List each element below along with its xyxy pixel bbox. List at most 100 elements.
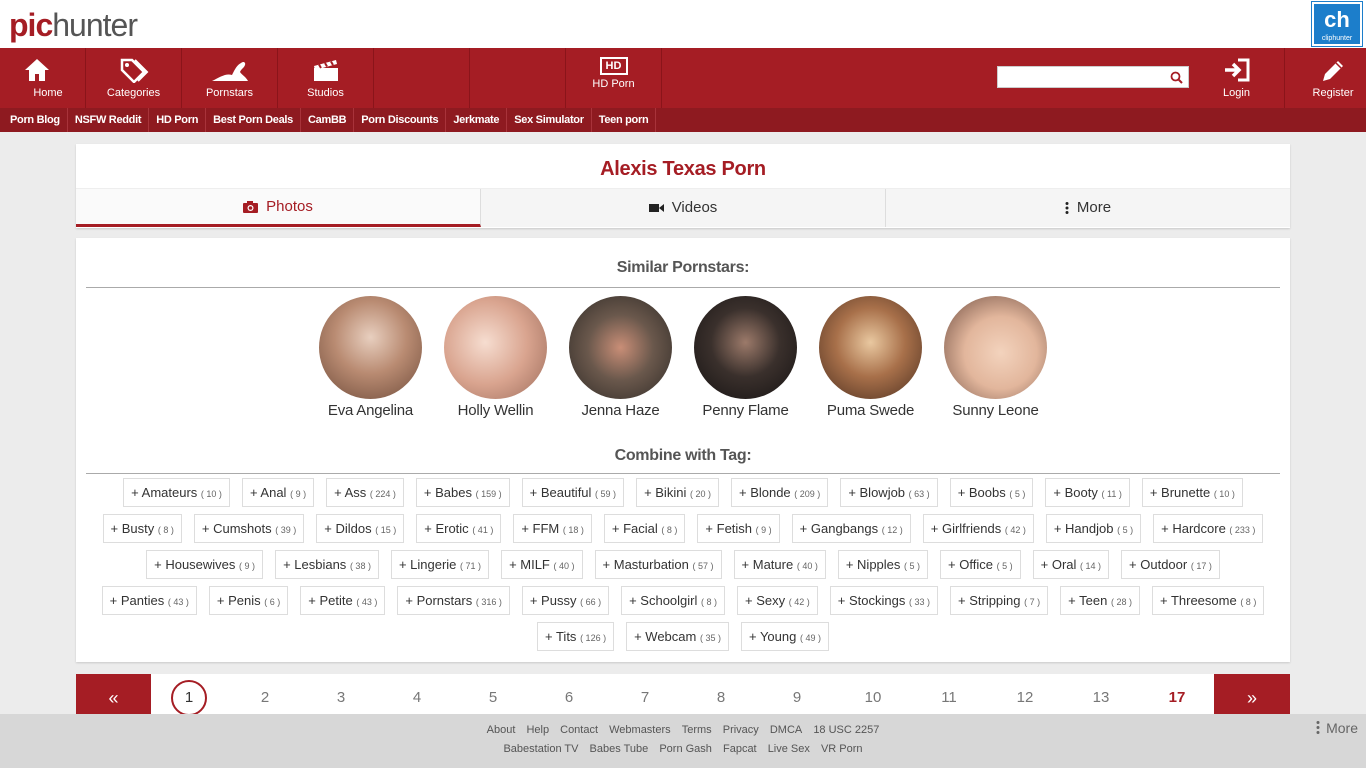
tag-button[interactable]: + Petite ( 43 ) — [300, 586, 386, 615]
pornstar-card[interactable]: Puma Swede — [808, 296, 933, 419]
pornstar-card[interactable]: Jenna Haze — [558, 296, 683, 419]
pornstar-avatar[interactable] — [819, 296, 922, 399]
nav-home[interactable]: Home — [0, 48, 86, 108]
footer-terms[interactable]: Terms — [682, 724, 712, 736]
pornstar-name[interactable]: Sunny Leone — [933, 402, 1058, 419]
footer-porn-gash[interactable]: Porn Gash — [659, 743, 712, 755]
tag-button[interactable]: + Lingerie ( 71 ) — [390, 550, 490, 579]
nav-studios[interactable]: Studios — [278, 48, 374, 108]
tag-button[interactable]: + Erotic ( 41 ) — [416, 514, 502, 543]
footer-live-sex[interactable]: Live Sex — [768, 743, 810, 755]
tag-button[interactable]: + Tits ( 126 ) — [537, 622, 615, 651]
tag-button[interactable]: + Nipples ( 5 ) — [837, 550, 929, 579]
tag-button[interactable]: + Brunette ( 10 ) — [1141, 478, 1243, 507]
page-link[interactable]: 10 — [853, 674, 893, 714]
search-icon[interactable] — [1170, 71, 1183, 84]
subnav-porn-discounts[interactable]: Porn Discounts — [354, 108, 447, 132]
tag-button[interactable]: + Pornstars ( 316 ) — [397, 586, 510, 615]
tag-button[interactable]: + Fetish ( 9 ) — [697, 514, 780, 543]
page-link[interactable]: 3 — [321, 674, 361, 714]
page-link[interactable]: 2 — [245, 674, 285, 714]
footer-dmca[interactable]: DMCA — [770, 724, 802, 736]
tag-button[interactable]: + Babes ( 159 ) — [415, 478, 510, 507]
pornstar-card[interactable]: Penny Flame — [683, 296, 808, 419]
search-box[interactable] — [997, 66, 1189, 88]
tag-button[interactable]: + Teen ( 28 ) — [1060, 586, 1140, 615]
cliphunter-badge[interactable]: ch cliphunter — [1311, 1, 1363, 47]
tag-button[interactable]: + Hardcore ( 233 ) — [1153, 514, 1264, 543]
nav-hd[interactable]: HD HD Porn — [566, 48, 662, 108]
tag-button[interactable]: + Girlfriends ( 42 ) — [922, 514, 1034, 543]
tag-button[interactable]: + Facial ( 8 ) — [603, 514, 686, 543]
tag-button[interactable]: + FFM ( 18 ) — [513, 514, 592, 543]
tag-button[interactable]: + Booty ( 11 ) — [1045, 478, 1130, 507]
tag-button[interactable]: + Cumshots ( 39 ) — [193, 514, 305, 543]
pornstar-name[interactable]: Puma Swede — [808, 402, 933, 419]
tag-button[interactable]: + Stripping ( 7 ) — [950, 586, 1049, 615]
pornstar-avatar[interactable] — [944, 296, 1047, 399]
tag-button[interactable]: + Threesome ( 8 ) — [1151, 586, 1265, 615]
subnav-cambb[interactable]: CamBB — [301, 108, 355, 132]
pornstar-avatar[interactable] — [569, 296, 672, 399]
prev-page-button[interactable]: « — [76, 674, 151, 714]
nav-login[interactable]: Login — [1189, 48, 1285, 108]
page-last[interactable]: 17 — [1157, 674, 1197, 714]
tag-button[interactable]: + Schoolgirl ( 8 ) — [621, 586, 726, 615]
page-link[interactable]: 12 — [1005, 674, 1045, 714]
footer-babestation[interactable]: Babestation TV — [503, 743, 578, 755]
pornstar-card[interactable]: Eva Angelina — [308, 296, 433, 419]
tag-button[interactable]: + Masturbation ( 57 ) — [594, 550, 722, 579]
tab-more[interactable]: More — [886, 189, 1290, 227]
search-input[interactable] — [998, 67, 1166, 87]
footer-contact[interactable]: Contact — [560, 724, 598, 736]
footer-fapcat[interactable]: Fapcat — [723, 743, 757, 755]
footer-more-button[interactable]: More — [1316, 720, 1358, 736]
nav-categories[interactable]: Categories — [86, 48, 182, 108]
subnav-hd-porn[interactable]: HD Porn — [149, 108, 207, 132]
pornstar-card[interactable]: Holly Wellin — [433, 296, 558, 419]
subnav-nsfw-reddit[interactable]: NSFW Reddit — [68, 108, 150, 132]
footer-help[interactable]: Help — [526, 724, 549, 736]
footer-babes-tube[interactable]: Babes Tube — [590, 743, 649, 755]
page-link[interactable]: 13 — [1081, 674, 1121, 714]
pornstar-card[interactable]: Sunny Leone — [933, 296, 1058, 419]
tag-button[interactable]: + Mature ( 40 ) — [733, 550, 826, 579]
tag-button[interactable]: + Sexy ( 42 ) — [737, 586, 818, 615]
next-page-button[interactable]: » — [1214, 674, 1290, 714]
tag-button[interactable]: + Webcam ( 35 ) — [626, 622, 729, 651]
pornstar-name[interactable]: Jenna Haze — [558, 402, 683, 419]
tag-button[interactable]: + Boobs ( 5 ) — [949, 478, 1034, 507]
tag-button[interactable]: + Housewives ( 9 ) — [146, 550, 264, 579]
tag-button[interactable]: + Stockings ( 33 ) — [829, 586, 938, 615]
page-link[interactable]: 4 — [397, 674, 437, 714]
tag-button[interactable]: + Blonde ( 209 ) — [730, 478, 829, 507]
page-link[interactable]: 8 — [701, 674, 741, 714]
page-link[interactable]: 6 — [549, 674, 589, 714]
tag-button[interactable]: + Oral ( 14 ) — [1032, 550, 1110, 579]
tag-button[interactable]: + MILF ( 40 ) — [501, 550, 583, 579]
tag-button[interactable]: + Pussy ( 66 ) — [521, 586, 610, 615]
subnav-sex-simulator[interactable]: Sex Simulator — [507, 108, 592, 132]
footer-webmasters[interactable]: Webmasters — [609, 724, 671, 736]
pornstar-name[interactable]: Penny Flame — [683, 402, 808, 419]
pornstar-name[interactable]: Eva Angelina — [308, 402, 433, 419]
tab-videos[interactable]: Videos — [481, 189, 886, 227]
pichunter-logo[interactable]: pichunter — [9, 7, 138, 43]
pornstar-name[interactable]: Holly Wellin — [433, 402, 558, 419]
nav-pornstars[interactable]: Pornstars — [182, 48, 278, 108]
page-link[interactable]: 5 — [473, 674, 513, 714]
tab-photos[interactable]: Photos — [76, 189, 481, 227]
tag-button[interactable]: + Ass ( 224 ) — [326, 478, 404, 507]
tag-button[interactable]: + Lesbians ( 38 ) — [275, 550, 379, 579]
nav-register[interactable]: Register — [1285, 48, 1366, 108]
tag-button[interactable]: + Blowjob ( 63 ) — [840, 478, 938, 507]
tag-button[interactable]: + Busty ( 8 ) — [102, 514, 182, 543]
footer-privacy[interactable]: Privacy — [723, 724, 759, 736]
tag-button[interactable]: + Office ( 5 ) — [940, 550, 1021, 579]
tag-button[interactable]: + Handjob ( 5 ) — [1045, 514, 1142, 543]
page-link[interactable]: 7 — [625, 674, 665, 714]
tag-button[interactable]: + Dildos ( 15 ) — [316, 514, 405, 543]
tag-button[interactable]: + Young ( 49 ) — [740, 622, 829, 651]
tag-button[interactable]: + Penis ( 6 ) — [208, 586, 289, 615]
footer-about[interactable]: About — [487, 724, 516, 736]
